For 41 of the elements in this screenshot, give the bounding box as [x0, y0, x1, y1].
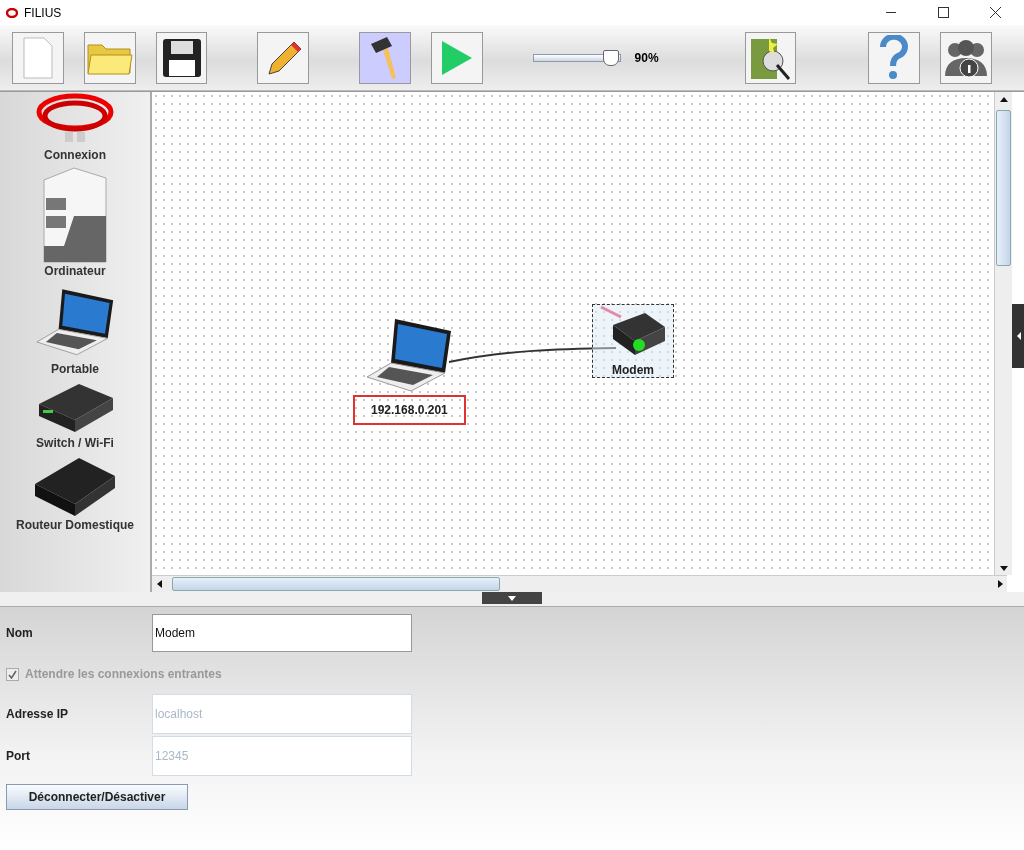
scrollbar-thumb[interactable]: [996, 110, 1011, 266]
toolbar-button[interactable]: [940, 31, 992, 84]
toolbar-button[interactable]: [257, 31, 310, 84]
checkbox-label: Attendre les connexions entrantes: [25, 667, 222, 681]
computer-tower-icon: [40, 166, 110, 264]
caret-down-icon: [508, 595, 516, 601]
palette-label: Portable: [51, 362, 99, 376]
check-mark-icon: [8, 669, 17, 679]
collapse-panel-button[interactable]: [482, 592, 542, 604]
palette-label: Routeur Domestique: [16, 518, 134, 532]
app-logo-icon: [6, 7, 18, 18]
scroll-down-icon[interactable]: [999, 565, 1008, 571]
close-icon[interactable]: [989, 7, 1001, 18]
slider-thumb[interactable]: [602, 49, 619, 66]
field-label: Nom: [6, 626, 34, 640]
toolbar-button[interactable]: [744, 31, 797, 84]
device-node[interactable]: 192.168.0.201: [352, 314, 467, 426]
scroll-right-icon[interactable]: [997, 580, 1003, 588]
zoom-reading: 90%: [634, 50, 659, 65]
name-field[interactable]: Modem: [152, 614, 412, 652]
scrollbar-thumb[interactable]: [172, 577, 500, 591]
field-label: Adresse IP: [6, 707, 70, 721]
side-panel-tab-icon[interactable]: [1012, 304, 1024, 368]
scroll-up-icon[interactable]: [999, 96, 1008, 102]
scroll-left-icon[interactable]: [156, 580, 162, 588]
window-title: FILIUS: [24, 5, 63, 20]
question-mark-icon: [879, 34, 910, 81]
play-icon: [439, 38, 474, 77]
maximize-icon[interactable]: [937, 7, 949, 18]
device-node[interactable]: Modem: [592, 304, 674, 378]
device-label: 192.168.0.201: [353, 395, 466, 425]
palette-label: Connexion: [44, 148, 106, 162]
field-label: Port: [6, 749, 31, 763]
toolbar-button[interactable]: [359, 31, 412, 84]
blank-page-icon: [22, 36, 53, 79]
device-label: Modem: [612, 363, 654, 377]
palette-label: Switch / Wi-Fi: [36, 436, 114, 450]
minimize-icon[interactable]: [886, 11, 896, 14]
palette-label: Ordinateur: [44, 264, 106, 278]
toolbar-button[interactable]: [155, 31, 208, 84]
disconnect-button[interactable]: Déconnecter/Désactiver: [6, 784, 188, 810]
